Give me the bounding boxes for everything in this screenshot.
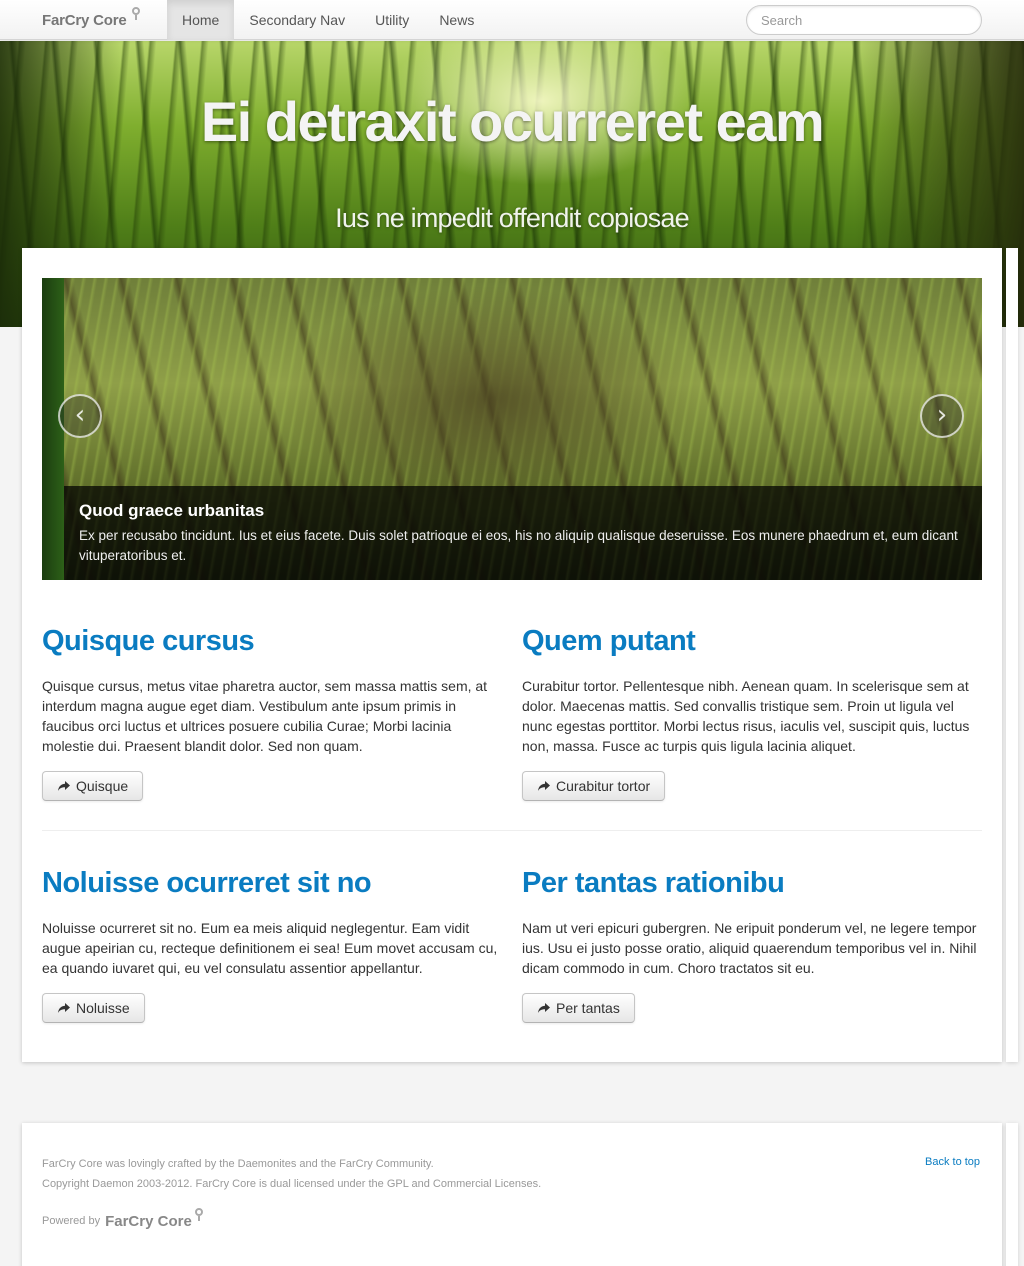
chevron-right-icon[interactable]: › (920, 394, 964, 438)
nav-item-news[interactable]: News (424, 0, 489, 40)
brand-name: FarCry Core (42, 11, 127, 29)
back-to-top-link[interactable]: Back to top (925, 1156, 980, 1168)
quisque-button[interactable]: Quisque (42, 771, 144, 801)
powered-by-logo[interactable]: FarCry Core (105, 1208, 204, 1231)
feature-title: Noluisse ocurreret sit no (42, 867, 372, 899)
main-nav: Home Secondary Nav Utility News (167, 0, 489, 40)
feature-text: Noluisse ocurreret sit no. Eum ea meis a… (42, 920, 498, 976)
share-arrow-icon (57, 780, 71, 792)
footer-edge (1006, 1123, 1018, 1266)
button-label: Quisque (76, 778, 129, 794)
feature-text: Curabitur tortor. Pellentesque nibh. Aen… (522, 678, 970, 754)
noluisse-button[interactable]: Noluisse (42, 993, 145, 1023)
nav-item-utility[interactable]: Utility (360, 0, 424, 40)
nav-item-home[interactable]: Home (167, 0, 235, 40)
feature-per-tantas: Per tantas rationibu Nam ut veri epicuri… (522, 865, 982, 978)
carousel-adjacent-slide (42, 278, 64, 580)
footer: FarCry Core was lovingly crafted by the … (22, 1123, 1002, 1266)
female-symbol-icon (194, 1207, 204, 1227)
chevron-left-icon[interactable]: ‹ (58, 394, 102, 438)
caption-title: Quod graece urbanitas (79, 501, 265, 520)
top-navbar: FarCry Core Home Secondary Nav Utility N… (0, 0, 1024, 40)
feature-title: Quem putant (522, 625, 696, 657)
carousel: ‹ › Quod graece urbanitas Ex per recusab… (42, 278, 982, 580)
share-arrow-icon (537, 1002, 551, 1014)
search-input[interactable] (746, 5, 982, 35)
hero-subtitle: Ius ne impedit offendit copiosae (335, 203, 689, 233)
share-arrow-icon (57, 1002, 71, 1014)
footer-copyright: Copyright Daemon 2003-2012. FarCry Core … (42, 1178, 542, 1190)
caption-text: Ex per recusabo tincidunt. Ius et eius f… (79, 528, 958, 563)
footer-credits: FarCry Core was lovingly crafted by the … (42, 1158, 434, 1170)
section-divider (42, 830, 982, 831)
button-label: Noluisse (76, 1000, 130, 1016)
female-symbol-icon (131, 6, 141, 26)
share-arrow-icon (537, 780, 551, 792)
button-label: Per tantas (556, 1000, 620, 1016)
feature-text: Nam ut veri epicuri gubergren. Ne eripui… (522, 920, 977, 976)
powered-logo-text: FarCry Core (105, 1212, 192, 1230)
panel-edge (1006, 248, 1018, 1062)
content-panel: ‹ › Quod graece urbanitas Ex per recusab… (22, 248, 1002, 1062)
feature-text: Quisque cursus, metus vitae pharetra auc… (42, 678, 488, 754)
feature-title: Quisque cursus (42, 625, 255, 657)
hero-title: Ei detraxit ocurreret eam (200, 90, 825, 153)
powered-by-label: Powered by (42, 1215, 101, 1227)
powered-by: Powered by FarCry Core (42, 1208, 204, 1231)
carousel-caption: Quod graece urbanitas Ex per recusabo ti… (64, 486, 982, 580)
nav-item-secondary-nav[interactable]: Secondary Nav (234, 0, 360, 40)
button-label: Curabitur tortor (556, 778, 651, 794)
brand-logo[interactable]: FarCry Core (42, 6, 141, 32)
feature-quisque-cursus: Quisque cursus Quisque cursus, metus vit… (42, 623, 502, 756)
feature-title: Per tantas rationibu (522, 867, 785, 899)
feature-noluisse: Noluisse ocurreret sit no Noluisse ocurr… (42, 865, 502, 978)
curabitur-tortor-button[interactable]: Curabitur tortor (522, 771, 666, 801)
feature-quem-putant: Quem putant Curabitur tortor. Pellentesq… (522, 623, 982, 756)
per-tantas-button[interactable]: Per tantas (522, 993, 635, 1023)
